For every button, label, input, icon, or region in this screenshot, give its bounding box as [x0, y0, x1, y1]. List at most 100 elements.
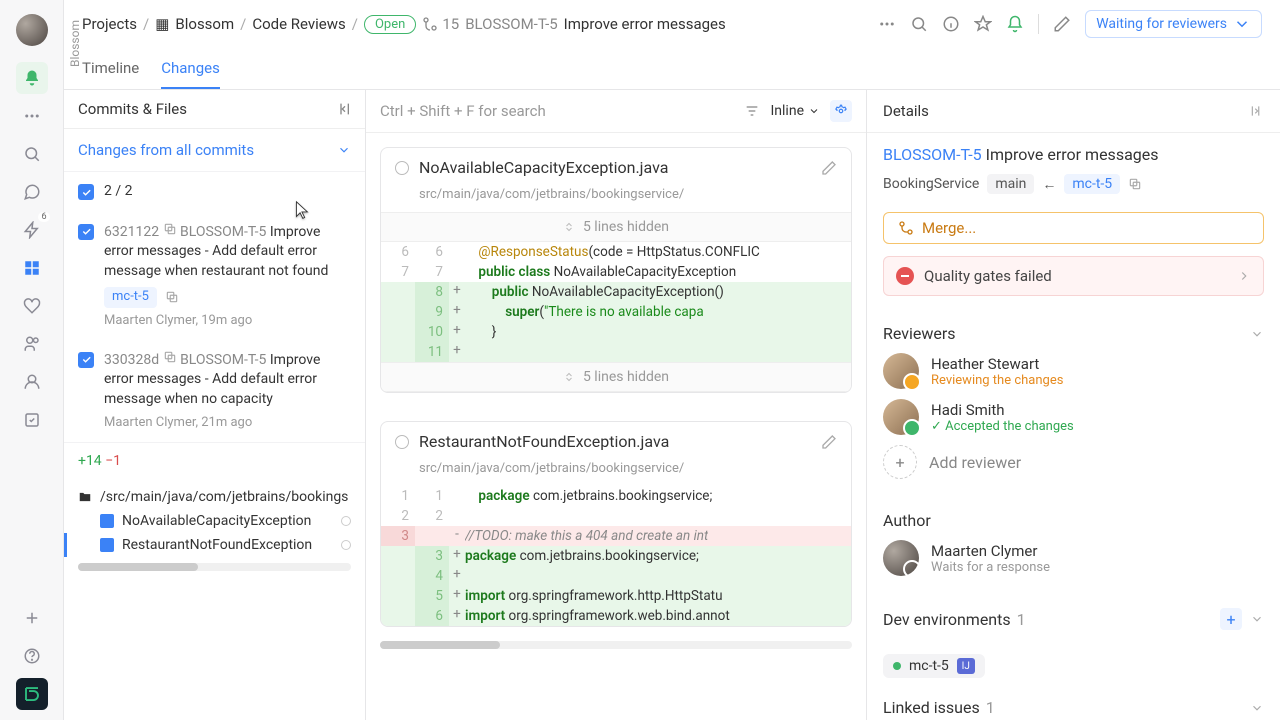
avatar[interactable]: [883, 399, 919, 435]
checkbox-icon[interactable]: [78, 184, 94, 200]
top-divider: [1038, 14, 1039, 34]
checkbox-icon[interactable]: [78, 224, 94, 240]
bell-icon[interactable]: [1006, 15, 1024, 33]
star-icon[interactable]: [974, 15, 992, 33]
edit-file-icon[interactable]: [821, 160, 837, 176]
avatar[interactable]: [883, 540, 919, 576]
edit-icon[interactable]: [1053, 15, 1071, 33]
review-state-dropdown[interactable]: Waiting for reviewers: [1085, 10, 1262, 38]
chat-icon[interactable]: [16, 176, 48, 208]
tree-file[interactable]: RestaurantNotFoundException: [64, 533, 365, 557]
details-title: BLOSSOM-T-5 Improve error messages: [867, 133, 1280, 168]
diff-line[interactable]: 11 package com.jetbrains.bookingservice;: [381, 486, 851, 506]
tab-bar: Timeline Changes: [64, 49, 1280, 90]
merge-button[interactable]: Merge...: [883, 212, 1264, 244]
target-branch[interactable]: main: [987, 174, 1034, 194]
search-icon[interactable]: [910, 15, 928, 33]
checkbox-icon[interactable]: [78, 352, 94, 368]
view-mode-select[interactable]: Inline: [770, 103, 820, 119]
details-header: Details: [867, 90, 1280, 133]
diff-line[interactable]: 3+package com.jetbrains.bookingservice;: [381, 546, 851, 566]
chevron-down-icon: [337, 143, 351, 157]
info-icon[interactable]: [942, 15, 960, 33]
crumb-projects[interactable]: Projects: [82, 15, 137, 33]
copy-icon[interactable]: [163, 222, 177, 236]
branch-tag[interactable]: mc-t-5: [104, 287, 157, 307]
projects-icon[interactable]: [16, 252, 48, 284]
commit-item[interactable]: 6321122 BLOSSOM-T-5 Improve error messag…: [64, 212, 365, 340]
collapse-panel-icon[interactable]: [1250, 104, 1264, 118]
avatar[interactable]: [883, 353, 919, 389]
edit-file-icon[interactable]: [821, 434, 837, 450]
commits-files-header: Commits & Files: [64, 90, 365, 129]
add-icon[interactable]: [16, 602, 48, 634]
unread-dot-icon: [341, 540, 351, 550]
product-logo[interactable]: [16, 678, 48, 710]
diff-line[interactable]: 10+ }: [381, 322, 851, 342]
nav-rail: 6: [0, 0, 64, 720]
quality-gates-banner[interactable]: Quality gates failed: [883, 256, 1264, 296]
status-dot-icon: [893, 662, 901, 670]
review-ring-icon[interactable]: [395, 435, 409, 449]
diff-line[interactable]: 11+: [381, 342, 851, 362]
notifications-icon[interactable]: [16, 62, 48, 94]
expand-hunk[interactable]: 5 lines hidden: [381, 362, 851, 392]
heart-icon[interactable]: [16, 290, 48, 322]
chevron-down-icon[interactable]: [1250, 612, 1264, 626]
bolt-icon[interactable]: 6: [16, 214, 48, 246]
copy-icon[interactable]: [165, 290, 179, 304]
add-reviewer-button[interactable]: + Add reviewer: [883, 445, 1264, 479]
search-input[interactable]: Ctrl + Shift + F for search: [380, 102, 744, 120]
diff-line[interactable]: 9+ super("There is no available capa: [381, 302, 851, 322]
chevron-down-icon[interactable]: [1250, 327, 1264, 341]
more-actions-icon[interactable]: [878, 15, 896, 33]
todo-icon[interactable]: [16, 404, 48, 436]
horizontal-scrollbar[interactable]: [78, 563, 351, 571]
breadcrumb-bar: Projects / ▦ Blossom / Code Reviews / Op…: [64, 0, 1280, 49]
tree-file[interactable]: NoAvailableCapacityException: [64, 509, 365, 533]
more-icon[interactable]: [16, 100, 48, 132]
file-header[interactable]: NoAvailableCapacityException.java: [381, 148, 851, 187]
commits-filter-dropdown[interactable]: Changes from all commits: [64, 129, 365, 172]
tree-folder[interactable]: /src/main/java/com/jetbrains/bookings: [64, 485, 365, 509]
profile-icon[interactable]: [16, 366, 48, 398]
add-env-button[interactable]: +: [1220, 608, 1242, 630]
diff-line[interactable]: 66 @ResponseStatus(code = HttpStatus.CON…: [381, 242, 851, 262]
diff-line[interactable]: 6+import org.springframework.web.bind.an…: [381, 606, 851, 626]
team-icon[interactable]: [16, 328, 48, 360]
horizontal-scrollbar[interactable]: [380, 641, 852, 649]
unread-dot-icon: [341, 516, 351, 526]
copy-icon[interactable]: [1128, 177, 1142, 191]
env-chip[interactable]: mc-t-5 IJ: [883, 654, 985, 678]
select-all-row[interactable]: 2 / 2: [64, 172, 365, 212]
author-heading: Author: [883, 511, 1264, 530]
merge-request-number: 15: [422, 15, 459, 33]
issue-key[interactable]: BLOSSOM-T-5: [465, 15, 557, 33]
commit-item[interactable]: 330328d BLOSSOM-T-5 Improve error messag…: [64, 340, 365, 442]
author-row: Maarten Clymer Waits for a response: [883, 540, 1264, 576]
diff-settings-icon[interactable]: [830, 100, 852, 122]
filter-icon[interactable]: [744, 103, 760, 119]
review-ring-icon[interactable]: [395, 161, 409, 175]
tab-timeline[interactable]: Timeline: [82, 49, 139, 89]
diff-line[interactable]: 22: [381, 506, 851, 526]
diff-line[interactable]: 77 public class NoAvailableCapacityExcep…: [381, 262, 851, 282]
tab-changes[interactable]: Changes: [161, 49, 220, 89]
diff-line[interactable]: 4+: [381, 566, 851, 586]
help-icon[interactable]: [16, 640, 48, 672]
user-avatar[interactable]: [16, 14, 48, 46]
repo-name[interactable]: BookingService: [883, 176, 979, 192]
diff-line[interactable]: 8+ public NoAvailableCapacityException(): [381, 282, 851, 302]
collapse-panel-icon[interactable]: [335, 101, 351, 117]
diff-toolbar: Ctrl + Shift + F for search Inline: [366, 90, 866, 133]
copy-icon[interactable]: [163, 350, 177, 364]
crumb-project[interactable]: Blossom: [175, 15, 234, 33]
diff-line[interactable]: 3-//TODO: make this a 404 and create an …: [381, 526, 851, 546]
source-branch[interactable]: mc-t-5: [1064, 174, 1120, 194]
crumb-reviews[interactable]: Code Reviews: [252, 15, 345, 33]
file-header[interactable]: RestaurantNotFoundException.java: [381, 422, 851, 461]
chevron-down-icon[interactable]: [1250, 701, 1264, 715]
expand-hunk[interactable]: 5 lines hidden: [381, 212, 851, 242]
search-rail-icon[interactable]: [16, 138, 48, 170]
diff-line[interactable]: 5+import org.springframework.http.HttpSt…: [381, 586, 851, 606]
